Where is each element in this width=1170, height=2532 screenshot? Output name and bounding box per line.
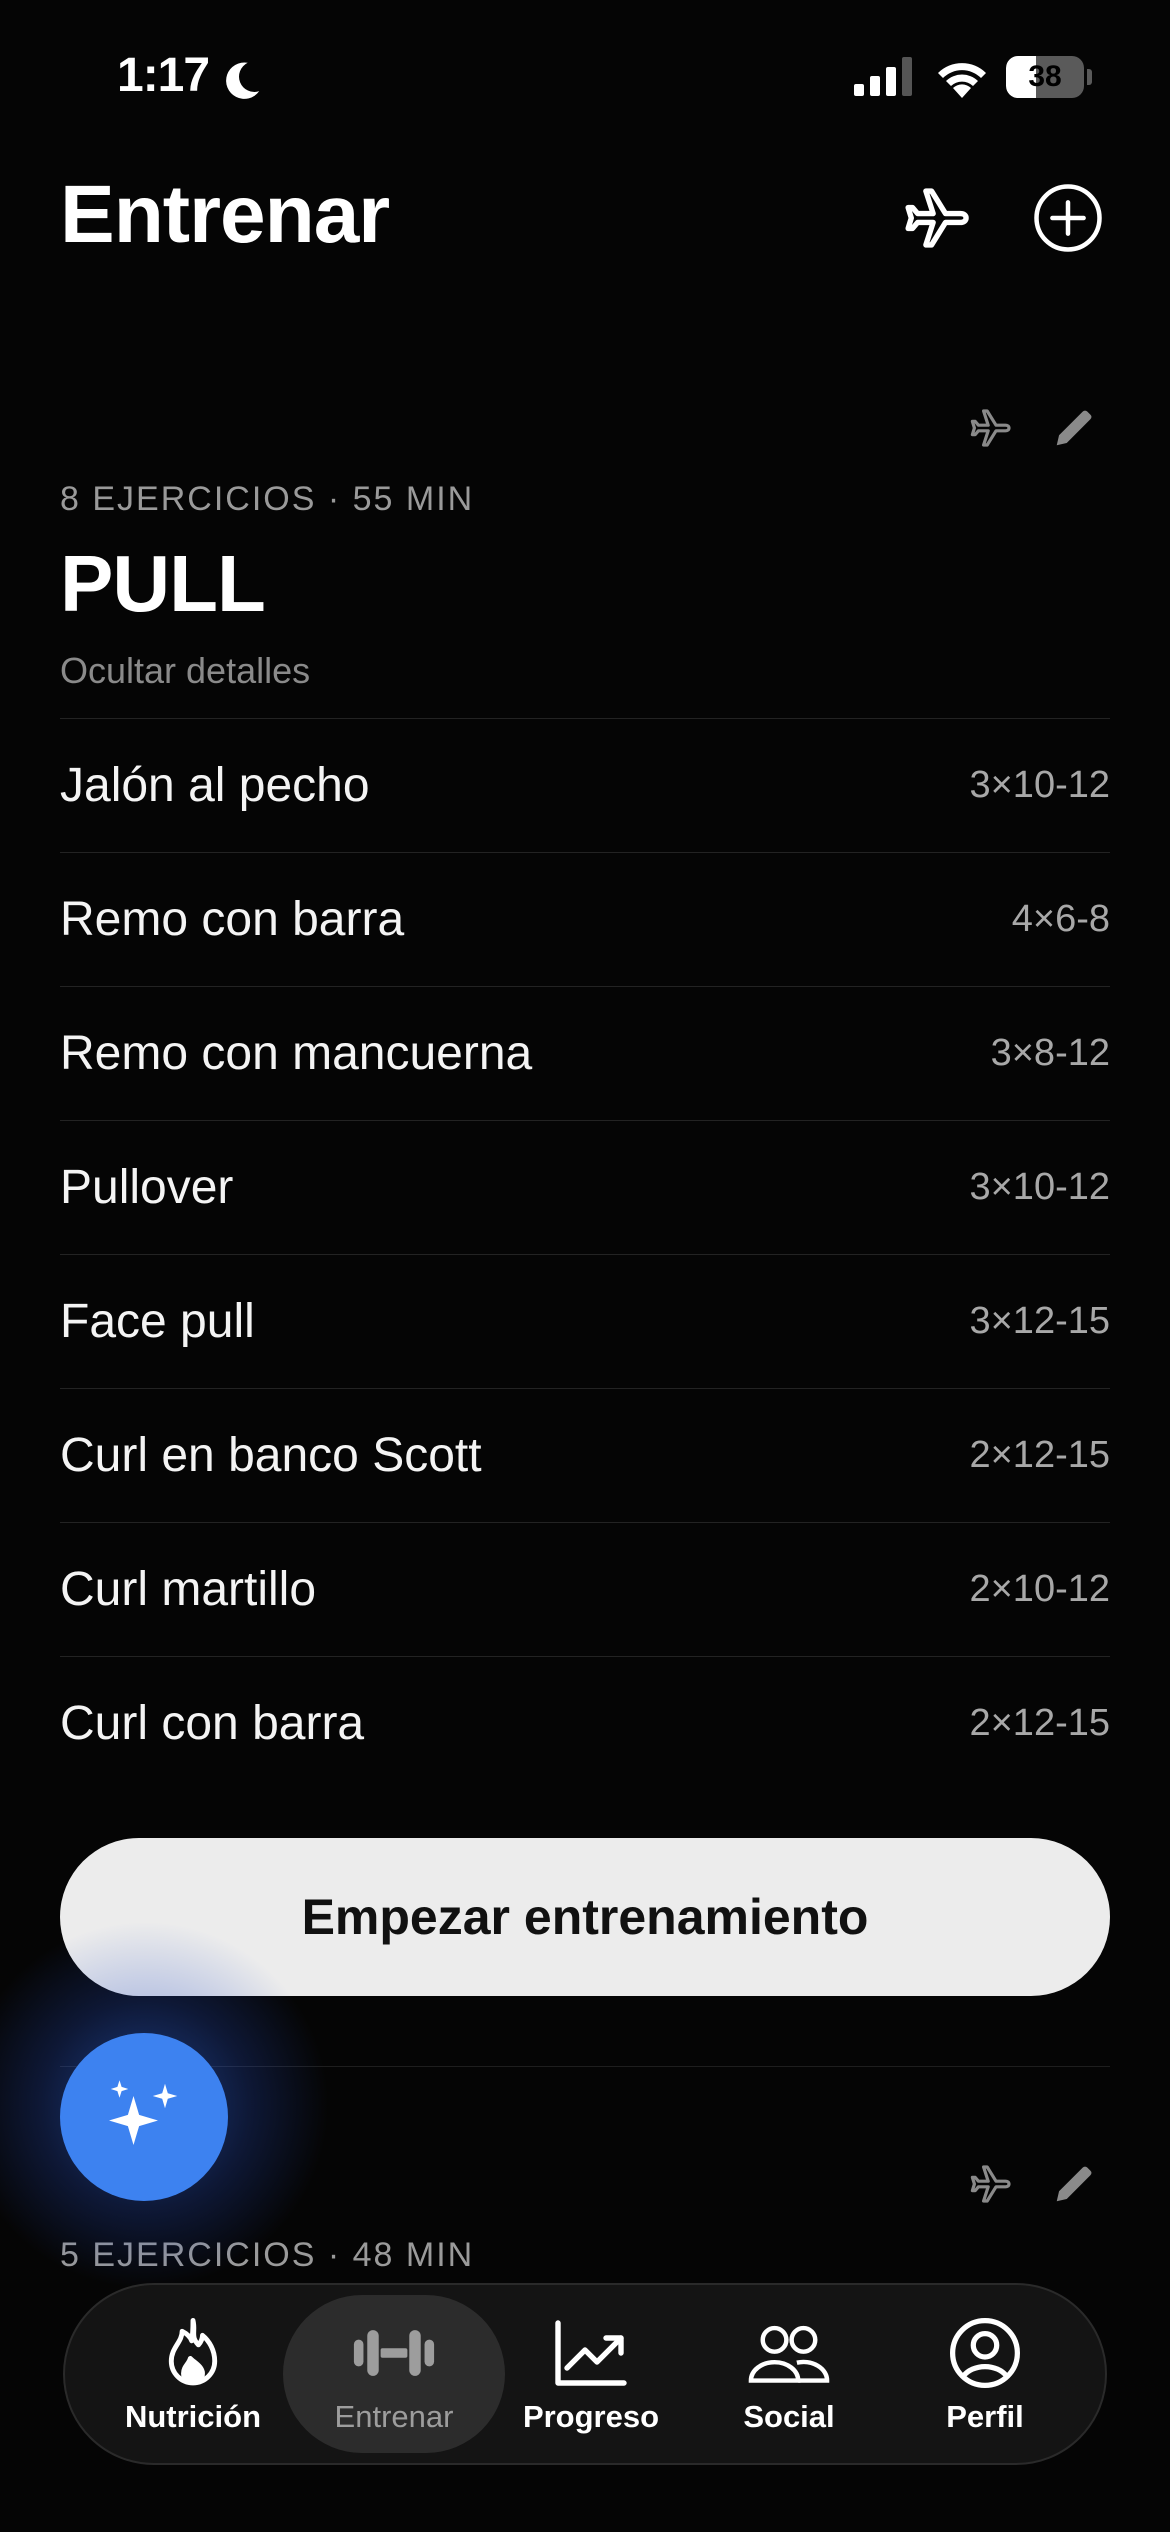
hide-details-link[interactable]: Ocultar detalles [60,650,310,692]
exercise-row[interactable]: Remo con mancuerna 3×8-12 [60,986,1110,1120]
tab-label: Entrenar [334,2399,454,2434]
travel-mode-button[interactable] [896,178,976,258]
exercise-sets: 2×10-12 [969,1568,1110,1610]
tab-bar: Nutrición Entrenar Progreso Social Perfi… [63,2283,1107,2465]
wifi-icon [938,63,986,98]
routine-name: PULL [60,539,266,628]
status-bar: 1:17 38 [0,0,1170,150]
exercise-row[interactable]: Curl con barra 2×12-15 [60,1656,1110,1790]
exercise-sets: 3×10-12 [969,1166,1110,1208]
tab-progreso[interactable]: Progreso [491,2285,691,2463]
person-circle-icon [943,2313,1027,2393]
flame-icon [151,2313,235,2393]
routine-meta: 8 EJERCICIOS · 55 MIN [60,480,475,518]
routine-card: 8 EJERCICIOS · 55 MIN PULL Ocultar detal… [60,398,1110,1838]
exercise-row[interactable]: Curl martillo 2×10-12 [60,1522,1110,1656]
plus-circle-icon [1034,184,1102,252]
exercise-name: Face pull [60,1295,255,1348]
airplane-icon [970,409,1011,447]
exercise-name: Pullover [60,1161,234,1214]
exercise-row[interactable]: Face pull 3×12-15 [60,1254,1110,1388]
chart-trend-icon [549,2313,633,2393]
tab-perfil[interactable]: Perfil [885,2285,1085,2463]
tab-label: Nutrición [124,2399,262,2434]
exercise-row[interactable]: Jalón al pecho 3×10-12 [60,718,1110,852]
cellular-signal-icon [854,57,912,96]
dumbbell-icon [352,2313,436,2393]
page-title: Entrenar [60,169,390,260]
pencil-icon [1056,410,1092,446]
routine-actions [960,398,1110,458]
routine-edit-button[interactable] [1044,2154,1104,2214]
routine-travel-button[interactable] [960,398,1020,458]
exercise-row[interactable]: Remo con barra 4×6-8 [60,852,1110,986]
moon-icon [226,62,260,99]
exercise-list: Jalón al pecho 3×10-12 Remo con barra 4×… [60,718,1110,1790]
tab-label: Perfil [946,2399,1024,2434]
battery-body: 38 [1006,56,1084,98]
exercise-row[interactable]: Pullover 3×10-12 [60,1120,1110,1254]
status-time: 1:17 [117,49,210,102]
airplane-icon [970,2165,1011,2203]
screen: 1:17 38 Entrenar 8 EJERCICIOS · 55 MIN P… [0,0,1170,2532]
exercise-name: Curl en banco Scott [60,1429,482,1482]
exercise-sets: 2×12-15 [969,1434,1110,1476]
airplane-icon [905,188,969,248]
routine-edit-button[interactable] [1044,398,1104,458]
tab-entrenar[interactable]: Entrenar [294,2285,494,2463]
routine-travel-button[interactable] [960,2154,1020,2214]
tab-social[interactable]: Social [689,2285,889,2463]
pencil-icon [1056,2166,1092,2202]
exercise-name: Curl con barra [60,1697,365,1750]
ai-assistant-button[interactable] [60,2033,228,2201]
exercise-name: Jalón al pecho [60,759,370,812]
tab-nutricion[interactable]: Nutrición [93,2285,293,2463]
sparkles-icon [109,2080,178,2145]
exercise-sets: 2×12-15 [969,1702,1110,1744]
battery-icon: 38 [1006,56,1092,98]
routine-actions [960,2154,1110,2214]
exercise-row[interactable]: Curl en banco Scott 2×12-15 [60,1388,1110,1522]
exercise-sets: 3×10-12 [969,764,1110,806]
exercise-name: Remo con barra [60,893,405,946]
people-icon [747,2313,831,2393]
tab-label: Social [743,2399,835,2434]
exercise-sets: 4×6-8 [1011,898,1110,940]
exercise-name: Curl martillo [60,1563,317,1616]
exercise-name: Remo con mancuerna [60,1027,533,1080]
exercise-sets: 3×8-12 [990,1032,1110,1074]
exercise-sets: 3×12-15 [969,1300,1110,1342]
tab-label: Progreso [522,2399,660,2434]
battery-tip [1087,69,1092,85]
add-routine-button[interactable] [1028,178,1108,258]
battery-level: 38 [1028,60,1062,93]
